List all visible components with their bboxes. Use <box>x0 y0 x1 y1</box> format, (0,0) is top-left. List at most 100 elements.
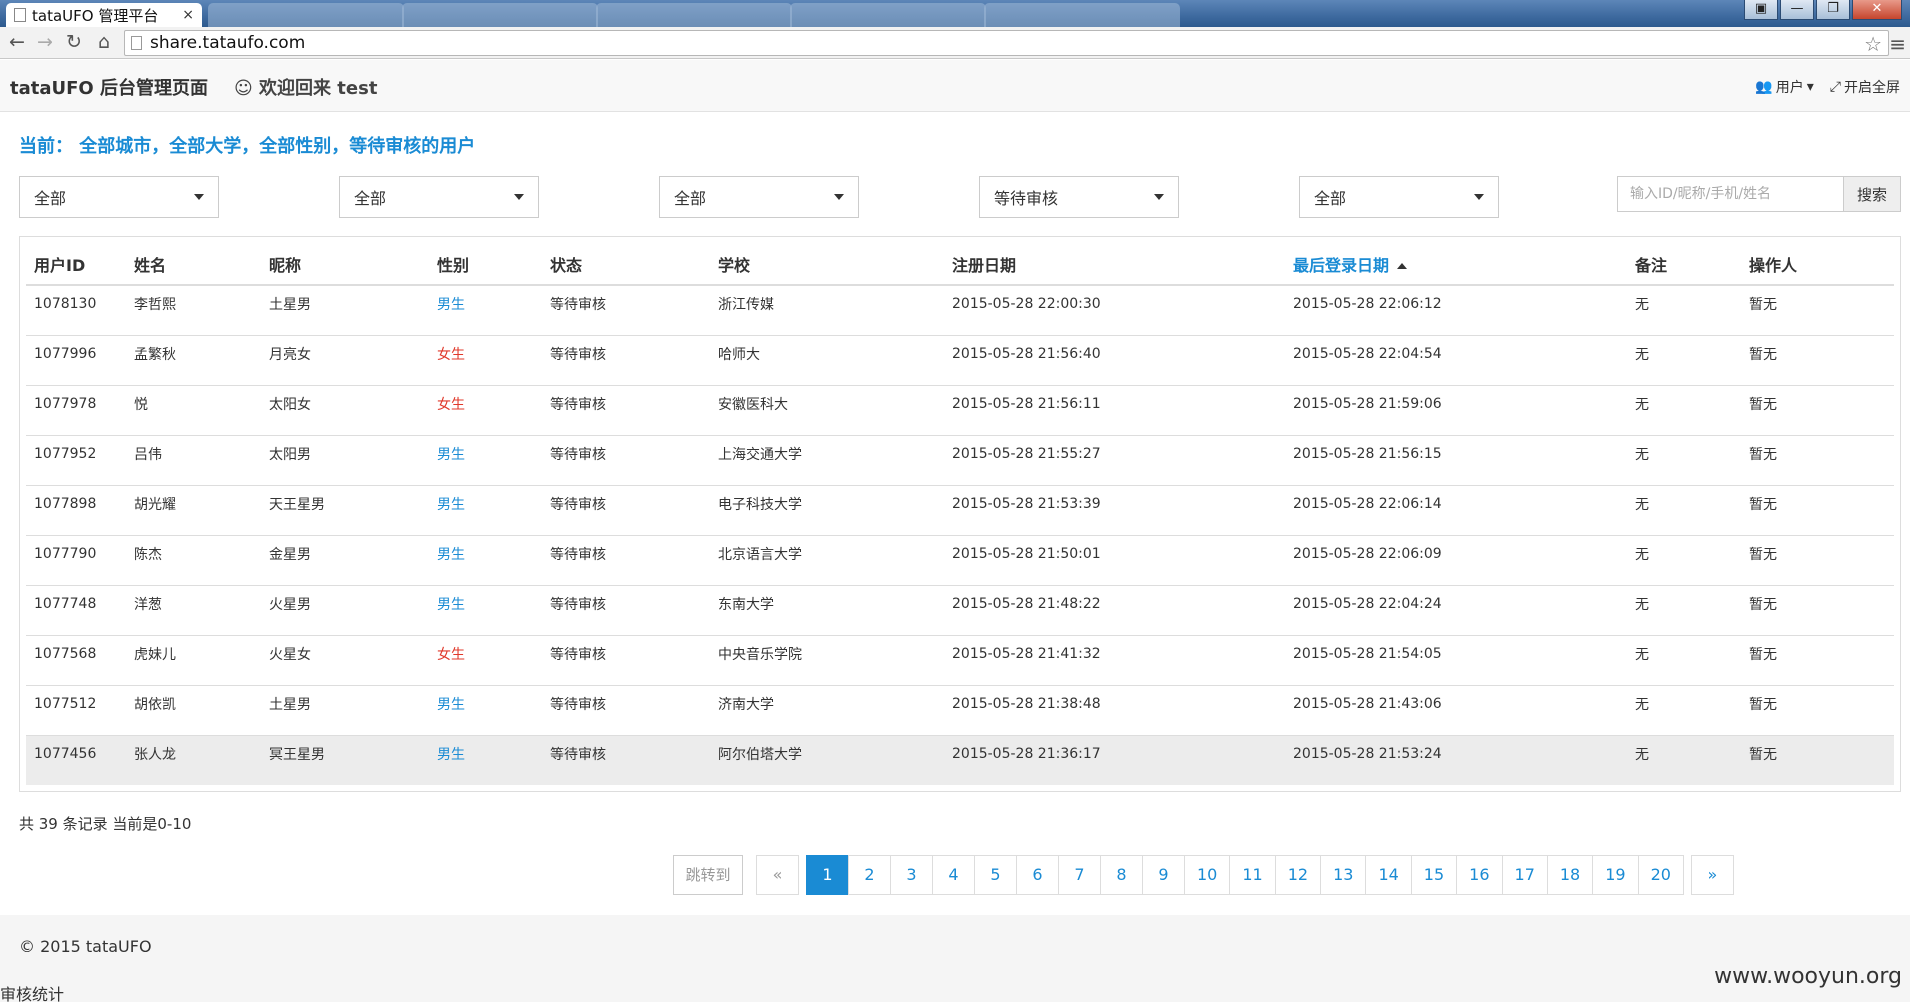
table-cell: 女生 <box>429 384 542 435</box>
table-cell: 无 <box>1627 284 1741 335</box>
university-select[interactable]: 全部 <box>339 176 539 218</box>
page-button[interactable]: 7 <box>1058 855 1101 895</box>
gender-select[interactable]: 全部 <box>659 176 859 218</box>
column-header-label: 备注 <box>1635 255 1668 275</box>
other-select[interactable]: 全部 <box>1299 176 1499 218</box>
table-row[interactable]: 1077898 胡光耀 天王星男 男生 等待审核 电子科技大学 2015-05-28 21:… <box>26 484 1894 535</box>
table-cell: 等待审核 <box>542 584 710 635</box>
table-cell: 男生 <box>429 584 542 635</box>
page-button[interactable]: 16 <box>1456 855 1503 895</box>
table-cell: 2015-05-28 21:50:01 <box>944 534 1285 585</box>
column-header[interactable]: 昵称 <box>261 243 429 286</box>
column-header[interactable]: 备注 <box>1627 243 1741 286</box>
user-menu-label: 用户 <box>1775 80 1804 96</box>
column-header[interactable]: 状态 <box>542 243 710 286</box>
jump-to-page-button[interactable]: 跳转到 <box>673 855 743 895</box>
table-cell: 冥王星男 <box>261 734 429 785</box>
table-row[interactable]: 1077748 洋葱 火星男 男生 等待审核 东南大学 2015-05-28 21:48:2… <box>26 584 1894 635</box>
brand-title[interactable]: tataUFO 后台管理页面 <box>10 74 208 100</box>
page-button[interactable]: 3 <box>890 855 933 895</box>
minimize-button[interactable]: — <box>1780 0 1814 20</box>
table-cell: 李哲熙 <box>126 284 261 335</box>
fullscreen-toggle[interactable]: ⤢ 开启全屏 <box>1830 77 1900 97</box>
page-button[interactable]: 1 <box>806 855 849 895</box>
page-icon <box>14 8 26 22</box>
column-header[interactable]: 操作人 <box>1741 243 1894 286</box>
page-button[interactable]: 4 <box>932 855 975 895</box>
table-row[interactable]: 1077952 吕伟 太阳男 男生 等待审核 上海交通大学 2015-05-28 21:55… <box>26 434 1894 485</box>
user-table: 用户ID 姓名 昵称 性别 状态 学校 注册日期 最后登录日期 备注 操作人 1078130 李哲熙… <box>26 243 1894 785</box>
window-close-button[interactable]: ✕ <box>1852 0 1902 20</box>
column-header[interactable]: 注册日期 <box>944 243 1285 286</box>
browser-tab-background[interactable] <box>790 3 986 27</box>
column-header[interactable]: 学校 <box>710 243 944 286</box>
page-button[interactable]: 5 <box>974 855 1017 895</box>
address-bar[interactable]: share.tataufo.com ☆ <box>124 30 1889 56</box>
window-user-icon[interactable]: ▣ <box>1744 0 1778 20</box>
browser-tab-background[interactable] <box>208 3 404 27</box>
user-menu[interactable]: 👥 用户 ▾ <box>1755 77 1813 97</box>
table-cell: 无 <box>1627 634 1741 685</box>
table-row[interactable]: 1077456 张人龙 冥王星男 男生 等待审核 阿尔伯塔大学 2015-05-28 21:… <box>26 734 1894 785</box>
page-button[interactable]: 10 <box>1184 855 1231 895</box>
table-row[interactable]: 1078130 李哲熙 土星男 男生 等待审核 浙江传媒 2015-05-28 22:00:… <box>26 284 1894 335</box>
browser-tab-background[interactable] <box>402 3 598 27</box>
table-cell: 无 <box>1627 384 1741 435</box>
page-button[interactable]: 19 <box>1592 855 1639 895</box>
column-header[interactable]: 用户ID <box>26 243 126 286</box>
select-value: 全部 <box>354 189 387 208</box>
browser-tab-background[interactable] <box>984 3 1180 27</box>
page-button[interactable]: 14 <box>1365 855 1412 895</box>
page-button[interactable]: 20 <box>1637 855 1684 895</box>
forward-icon[interactable]: → <box>34 31 56 53</box>
search-button[interactable]: 搜索 <box>1843 176 1901 212</box>
table-cell: 土星男 <box>261 684 429 735</box>
home-icon[interactable]: ⌂ <box>93 31 115 53</box>
status-select[interactable]: 等待审核 <box>979 176 1179 218</box>
review-stats-link[interactable]: 审核统计 <box>0 981 64 1002</box>
browser-tab-background[interactable] <box>596 3 792 27</box>
browser-menu-icon[interactable]: ≡ <box>1889 32 1906 56</box>
city-select[interactable]: 全部 <box>19 176 219 218</box>
column-header[interactable]: 姓名 <box>126 243 261 286</box>
table-cell: 2015-05-28 21:38:48 <box>944 684 1285 735</box>
reload-icon[interactable]: ↻ <box>63 31 85 53</box>
column-header-label: 最后登录日期 <box>1293 255 1390 275</box>
page-button[interactable]: 6 <box>1016 855 1059 895</box>
table-cell: 暂无 <box>1741 284 1894 335</box>
page-button[interactable]: 9 <box>1142 855 1185 895</box>
page-button[interactable]: 2 <box>848 855 891 895</box>
table-cell: 1077978 <box>26 384 126 435</box>
column-header[interactable]: 最后登录日期 <box>1285 243 1627 286</box>
column-header-label: 学校 <box>718 255 751 275</box>
table-cell: 1077748 <box>26 584 126 635</box>
next-page-button[interactable]: » <box>1690 855 1734 895</box>
table-row[interactable]: 1077568 虎妹儿 火星女 女生 等待审核 中央音乐学院 2015-05-28 21:4… <box>26 634 1894 685</box>
browser-tab-active[interactable]: tataUFO 管理平台 × <box>6 3 202 27</box>
search-input[interactable] <box>1617 176 1844 212</box>
column-header[interactable]: 性别 <box>429 243 542 286</box>
table-row[interactable]: 1077790 陈杰 金星男 男生 等待审核 北京语言大学 2015-05-28 21:50… <box>26 534 1894 585</box>
select-value: 全部 <box>1314 189 1347 208</box>
table-row[interactable]: 1077996 孟繁秋 月亮女 女生 等待审核 哈师大 2015-05-28 21:56:4… <box>26 334 1894 385</box>
table-cell: 男生 <box>429 484 542 535</box>
page-button[interactable]: 15 <box>1410 855 1458 895</box>
bookmark-star-icon[interactable]: ☆ <box>1864 32 1882 56</box>
page-button[interactable]: 17 <box>1501 855 1548 895</box>
tab-close-icon[interactable]: × <box>182 7 194 23</box>
restore-button[interactable]: ❐ <box>1816 0 1850 20</box>
back-icon[interactable]: ← <box>6 31 28 53</box>
page-button[interactable]: 11 <box>1229 855 1276 895</box>
table-row[interactable]: 1077512 胡依凯 土星男 男生 等待审核 济南大学 2015-05-28 21:38:… <box>26 684 1894 735</box>
table-cell: 洋葱 <box>126 584 261 635</box>
page-button[interactable]: 12 <box>1274 855 1322 895</box>
prev-page-button[interactable]: « <box>756 855 799 895</box>
page-button[interactable]: 13 <box>1320 855 1367 895</box>
table-cell: 2015-05-28 22:06:14 <box>1285 484 1627 535</box>
page-button[interactable]: 18 <box>1546 855 1594 895</box>
chevron-down-icon: ▾ <box>1806 79 1814 95</box>
table-cell: 浙江传媒 <box>710 284 944 335</box>
page-button[interactable]: 8 <box>1100 855 1143 895</box>
table-cell: 2015-05-28 21:56:11 <box>944 384 1285 435</box>
table-row[interactable]: 1077978 悦太阳女 女生 等待审核 安徽医科大 2015-05-28 21:56:1… <box>26 384 1894 435</box>
